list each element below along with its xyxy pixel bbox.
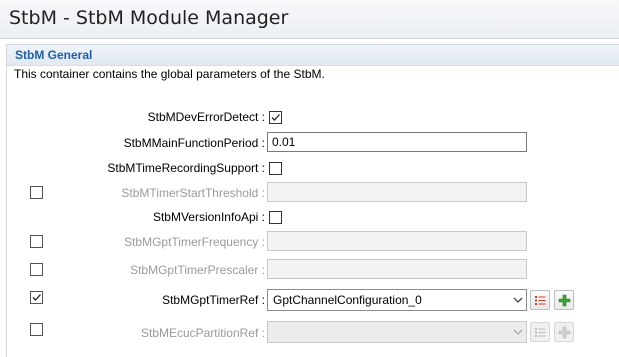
ecuc-partition-ref-enable-checkbox[interactable] xyxy=(30,323,43,336)
main-function-period-label: StbMMainFunctionPeriod : xyxy=(123,136,265,150)
gpt-timer-frequency-enable-checkbox[interactable] xyxy=(30,235,43,248)
gpt-timer-prescaler-input xyxy=(267,259,527,279)
gpt-timer-ref-value: GptChannelConfiguration_0 xyxy=(273,293,422,307)
gpt-timer-ref-select[interactable]: GptChannelConfiguration_0 xyxy=(267,289,527,311)
ecuc-partition-ref-list-button xyxy=(530,322,550,342)
time-recording-support-label: StbMTimeRecordingSupport : xyxy=(107,161,265,175)
dev-error-detect-label: StbMDevErrorDetect : xyxy=(147,110,265,124)
check-icon xyxy=(271,114,280,121)
dev-error-detect-checkbox[interactable] xyxy=(269,111,282,124)
list-icon xyxy=(535,328,546,337)
chevron-down-icon xyxy=(513,297,523,303)
gpt-timer-ref-label: StbMGptTimerRef : xyxy=(162,293,265,307)
timer-start-threshold-input xyxy=(267,182,527,202)
gpt-timer-prescaler-enable-checkbox[interactable] xyxy=(30,263,43,276)
time-recording-support-checkbox[interactable] xyxy=(269,162,282,175)
gpt-timer-frequency-label: StbMGptTimerFrequency : xyxy=(124,235,265,249)
ecuc-partition-ref-select xyxy=(267,321,527,343)
timer-start-threshold-label: StbMTimerStartThreshold : xyxy=(121,186,265,200)
section-description: This container contains the global param… xyxy=(14,67,325,81)
ecuc-partition-ref-add-button xyxy=(554,322,574,342)
section-title: StbM General xyxy=(15,48,93,62)
gpt-timer-frequency-input xyxy=(267,231,527,251)
version-info-api-checkbox[interactable] xyxy=(269,211,282,224)
page-title: StbM - StbM Module Manager xyxy=(9,7,289,29)
check-icon xyxy=(32,294,41,301)
gpt-timer-ref-enable-checkbox[interactable] xyxy=(30,291,43,304)
gpt-timer-prescaler-label: StbMGptTimerPrescaler : xyxy=(130,263,265,277)
main-function-period-input[interactable]: 0.01 xyxy=(267,132,527,152)
gpt-timer-ref-list-button[interactable] xyxy=(530,290,550,310)
version-info-api-label: StbMVersionInfoApi : xyxy=(152,210,265,224)
plus-icon xyxy=(558,326,571,339)
chevron-down-icon xyxy=(513,329,523,335)
gpt-timer-ref-add-button[interactable] xyxy=(554,290,574,310)
editor-header: StbM - StbM Module Manager xyxy=(0,0,619,39)
section-header: StbM General xyxy=(7,45,619,66)
ecuc-partition-ref-label: StbMEcucPartitionRef : xyxy=(140,326,265,340)
timer-start-threshold-enable-checkbox[interactable] xyxy=(30,186,43,199)
plus-icon xyxy=(558,294,571,307)
list-icon xyxy=(535,296,546,305)
